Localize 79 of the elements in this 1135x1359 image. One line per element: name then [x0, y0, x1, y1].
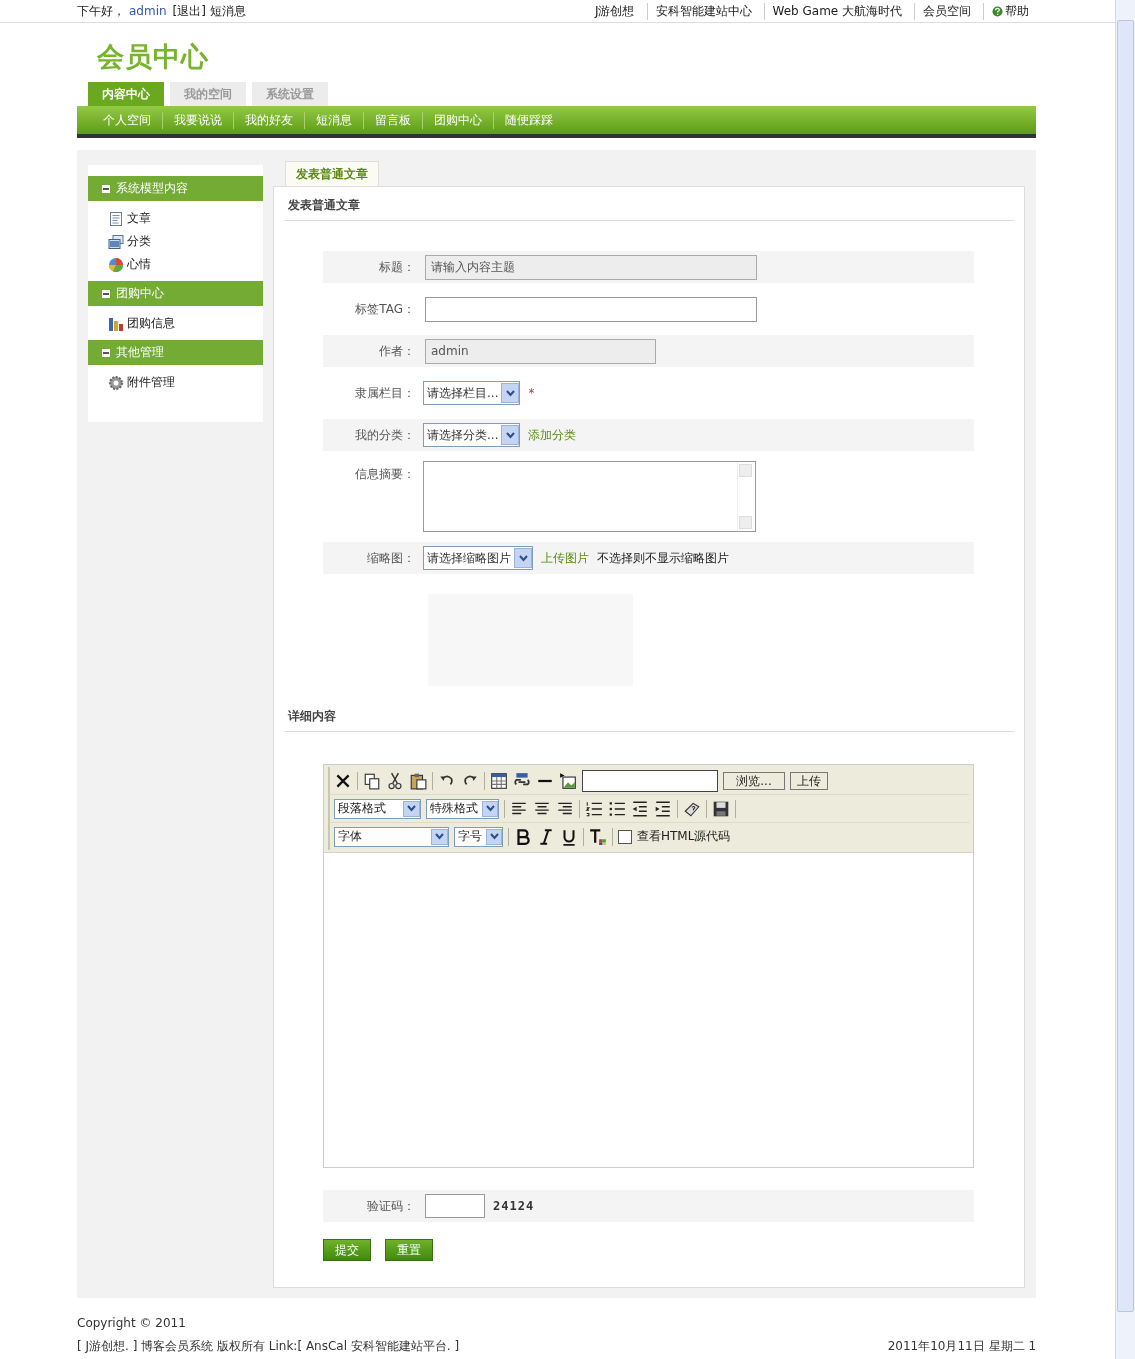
sidebar-item-label[interactable]: 心情 — [127, 256, 151, 273]
dropdown[interactable]: 请选择缩略图片 — [423, 546, 533, 570]
username-link[interactable]: admin — [129, 4, 167, 18]
sidebar-item-label[interactable]: 附件管理 — [127, 374, 175, 391]
field-label: 验证码： — [366, 1197, 415, 1215]
numbered-list-icon[interactable] — [585, 799, 603, 818]
font-dropdown[interactable]: 字体 — [334, 826, 449, 847]
collapse-icon[interactable] — [102, 348, 110, 357]
field-label: 隶属栏目： — [354, 384, 415, 402]
link[interactable]: 上传图片 — [541, 549, 589, 567]
checkbox-label[interactable]: 查看HTML源代码 — [637, 828, 731, 845]
top-link[interactable]: J游创想 — [586, 2, 643, 20]
scrollbar[interactable] — [1115, 0, 1135, 1359]
top-link[interactable]: 会员空间 — [914, 2, 979, 20]
paragraph-format-dropdown[interactable]: 段落格式 — [334, 798, 421, 819]
top-link[interactable]: 帮助 — [983, 2, 1037, 20]
file-path-field[interactable] — [582, 769, 718, 792]
content-tab[interactable]: 发表普通文章 — [285, 161, 379, 186]
greeting-text: 下午好， — [77, 2, 125, 20]
cut-icon[interactable] — [386, 771, 404, 790]
bullet-list-icon[interactable] — [608, 799, 626, 818]
italic-icon[interactable] — [537, 827, 555, 846]
sidebar-item[interactable]: 附件管理 — [108, 374, 263, 391]
table-icon[interactable] — [490, 771, 508, 790]
submit-button[interactable]: 提交 — [323, 1239, 371, 1261]
sidebar-item[interactable]: 团购信息 — [108, 315, 263, 332]
dropdown[interactable]: 请选择栏目... — [423, 381, 521, 405]
field-label: 标题： — [378, 258, 415, 276]
sidebar-item-label[interactable]: 文章 — [127, 210, 151, 227]
document-icon — [108, 210, 124, 227]
help-icon — [992, 5, 1003, 17]
paste-icon[interactable] — [409, 771, 427, 790]
gear-icon — [108, 374, 124, 391]
hint-text: 不选择则不显示缩略图片 — [597, 549, 729, 567]
sidebar-item[interactable]: 分类 — [108, 233, 263, 250]
upload-button[interactable]: 上传 — [790, 771, 828, 790]
logout-link[interactable]: [退出] — [172, 2, 206, 20]
bar-chart-icon — [108, 315, 124, 332]
date-text: 2011年10月11日 星期二 1 — [887, 1338, 1036, 1355]
site-logo: 会员中心 — [96, 40, 210, 74]
sidebar-item-label[interactable]: 分类 — [127, 233, 151, 250]
bold-icon[interactable] — [514, 827, 532, 846]
messages-link[interactable]: 短消息 — [210, 2, 246, 20]
captcha-code: 24124 — [493, 1199, 535, 1213]
sidebar-item-label[interactable]: 团购信息 — [127, 315, 175, 332]
credits-text: [ J游创想. ] 博客会员系统 版权所有 Link:[ AnsCal 安科智能建站平台. ] — [77, 1338, 460, 1355]
sidebar-item[interactable]: 心情 — [108, 256, 263, 273]
outdent-icon[interactable] — [631, 799, 649, 818]
captcha-input-field[interactable] — [425, 1194, 485, 1218]
text-area[interactable] — [423, 461, 756, 532]
save-icon[interactable] — [712, 799, 730, 818]
image-icon[interactable] — [559, 771, 577, 790]
windows-icon — [108, 233, 124, 250]
input-field[interactable] — [425, 296, 757, 322]
dropdown[interactable]: 请选择分类... — [423, 423, 521, 447]
section-title: 详细内容 — [285, 698, 1014, 732]
field-label: 我的分类： — [354, 426, 415, 444]
special-format-dropdown[interactable]: 特殊格式 — [426, 798, 499, 819]
collapse-icon[interactable] — [102, 289, 110, 298]
collapse-icon[interactable] — [102, 184, 110, 193]
field-label: 作者： — [378, 342, 415, 360]
sidebar-item[interactable]: 文章 — [108, 210, 263, 227]
underline-icon[interactable] — [560, 827, 578, 846]
link[interactable]: 添加分类 — [528, 426, 577, 444]
top-link[interactable]: 安科智能建站中心 — [646, 2, 760, 20]
field-label: 信息摘要： — [354, 466, 415, 483]
copyright-text: Copyright © 2011 — [77, 1315, 187, 1332]
field-label: 标签TAG： — [354, 300, 415, 318]
field-label: 缩略图： — [366, 549, 415, 567]
text-color-icon[interactable] — [589, 827, 607, 846]
copy-icon[interactable] — [363, 771, 381, 790]
indent-icon[interactable] — [654, 799, 672, 818]
section-title: 发表普通文章 — [285, 187, 1014, 221]
top-link[interactable]: Web Game 大航海时代 — [763, 2, 910, 20]
required-mark: * — [528, 386, 535, 400]
browse-button[interactable]: 浏览... — [723, 771, 785, 790]
ball-icon — [108, 256, 124, 273]
font-size-dropdown[interactable]: 字号 — [454, 826, 503, 847]
checkbox[interactable] — [618, 829, 632, 844]
